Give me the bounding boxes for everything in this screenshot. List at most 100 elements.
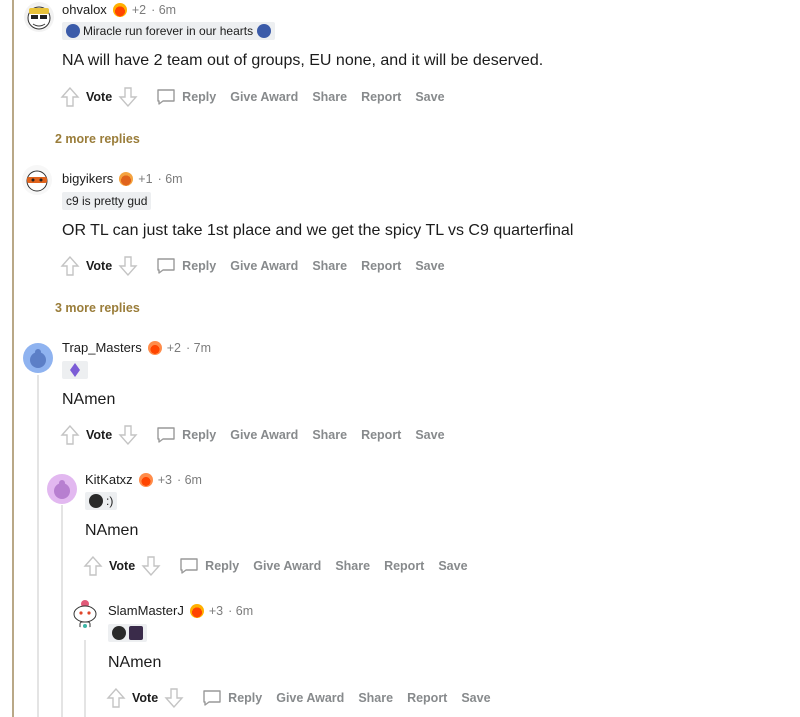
reply-button[interactable]: Reply (202, 689, 262, 707)
give-award-button[interactable]: Give Award (253, 559, 321, 573)
avatar[interactable] (70, 598, 100, 628)
award-icon[interactable] (189, 603, 204, 618)
username[interactable]: bigyikers (62, 171, 113, 186)
award-count: +1 (138, 171, 153, 186)
report-button[interactable]: Report (361, 90, 401, 104)
timestamp[interactable]: · 6m (151, 3, 176, 17)
default-avatar-icon (30, 349, 46, 368)
snoo-avatar-icon (26, 170, 48, 192)
vote-count: Vote (86, 90, 113, 104)
comment-icon (157, 427, 175, 443)
comment-icon (157, 89, 175, 105)
award-count: +3 (157, 472, 172, 487)
team-logo-icon (89, 494, 103, 508)
share-button[interactable]: Share (312, 259, 347, 273)
user-flair: :) (85, 492, 118, 510)
share-button[interactable]: Share (358, 691, 393, 705)
reply-label: Reply (182, 259, 217, 273)
award-icon[interactable] (138, 472, 153, 487)
comment-body: OR TL can just take 1st place and we get… (62, 222, 574, 239)
more-replies-link[interactable]: 2 more replies (55, 132, 140, 146)
upvote-icon[interactable] (60, 255, 80, 277)
username[interactable]: SlamMasterJ (108, 603, 184, 618)
flair-text: :) (106, 494, 114, 508)
upvote-icon[interactable] (60, 424, 80, 446)
reply-button[interactable]: Reply (156, 426, 216, 444)
reply-button[interactable]: Reply (179, 557, 239, 575)
report-button[interactable]: Report (361, 259, 401, 273)
comment-icon (157, 258, 175, 274)
upvote-icon[interactable] (83, 555, 103, 577)
share-button[interactable]: Share (312, 428, 347, 442)
reply-label: Reply (182, 428, 217, 442)
downvote-icon[interactable] (141, 555, 161, 577)
award-icon[interactable] (112, 2, 127, 17)
comment-body: NAmen (108, 654, 162, 671)
save-button[interactable]: Save (438, 559, 467, 573)
reply-label: Reply (182, 90, 217, 104)
timestamp[interactable]: · 6m (177, 473, 202, 487)
user-flair (108, 624, 147, 642)
vote-count: Vote (132, 691, 159, 705)
vote-count: Vote (86, 428, 113, 442)
username[interactable]: Trap_Masters (62, 340, 142, 355)
thread-line[interactable] (37, 375, 39, 717)
reply-label: Reply (228, 691, 263, 705)
report-button[interactable]: Report (384, 559, 424, 573)
user-flair: c9 is pretty gud (62, 192, 152, 210)
report-button[interactable]: Report (361, 428, 401, 442)
save-button[interactable]: Save (461, 691, 490, 705)
default-avatar-icon (54, 480, 70, 499)
save-button[interactable]: Save (415, 90, 444, 104)
snoo-avatar-icon (27, 6, 51, 30)
more-replies-link[interactable]: 3 more replies (55, 301, 140, 315)
team-logo-icon (66, 24, 80, 38)
timestamp[interactable]: · 6m (158, 172, 183, 186)
timestamp[interactable]: · 7m (186, 341, 211, 355)
flair-text: Miracle run forever in our hearts (83, 24, 254, 38)
username[interactable]: ohvalox (62, 2, 107, 17)
flair-text: c9 is pretty gud (66, 194, 148, 208)
reply-label: Reply (205, 559, 240, 573)
give-award-button[interactable]: Give Award (230, 90, 298, 104)
team-logo-icon (129, 626, 143, 640)
user-flair: Miracle run forever in our hearts (62, 22, 276, 40)
thread-line[interactable] (12, 0, 14, 717)
give-award-button[interactable]: Give Award (230, 259, 298, 273)
comment-icon (203, 690, 221, 706)
give-award-button[interactable]: Give Award (276, 691, 344, 705)
save-button[interactable]: Save (415, 428, 444, 442)
timestamp[interactable]: · 6m (228, 604, 253, 618)
downvote-icon[interactable] (164, 687, 184, 709)
team-logo-icon (112, 626, 126, 640)
vote-count: Vote (86, 259, 113, 273)
downvote-icon[interactable] (118, 86, 138, 108)
report-button[interactable]: Report (407, 691, 447, 705)
upvote-icon[interactable] (60, 86, 80, 108)
diamond-icon (70, 363, 80, 377)
avatar[interactable] (24, 2, 54, 32)
thread-line[interactable] (84, 640, 86, 717)
award-icon[interactable] (119, 171, 134, 186)
comment-body: NAmen (85, 522, 139, 539)
downvote-icon[interactable] (118, 424, 138, 446)
avatar[interactable] (47, 474, 77, 504)
thread-line[interactable] (61, 505, 63, 717)
avatar[interactable] (22, 165, 52, 195)
award-count: +2 (166, 340, 181, 355)
award-icon[interactable] (147, 340, 162, 355)
snoo-avatar-icon (73, 600, 97, 628)
downvote-icon[interactable] (118, 255, 138, 277)
save-button[interactable]: Save (415, 259, 444, 273)
reply-button[interactable]: Reply (156, 88, 216, 106)
comment-body: NAmen (62, 391, 116, 408)
username[interactable]: KitKatxz (85, 472, 133, 487)
comment-body: NA will have 2 team out of groups, EU no… (62, 52, 544, 69)
give-award-button[interactable]: Give Award (230, 428, 298, 442)
comment-icon (180, 558, 198, 574)
share-button[interactable]: Share (312, 90, 347, 104)
upvote-icon[interactable] (106, 687, 126, 709)
share-button[interactable]: Share (335, 559, 370, 573)
reply-button[interactable]: Reply (156, 257, 216, 275)
avatar[interactable] (23, 343, 53, 373)
